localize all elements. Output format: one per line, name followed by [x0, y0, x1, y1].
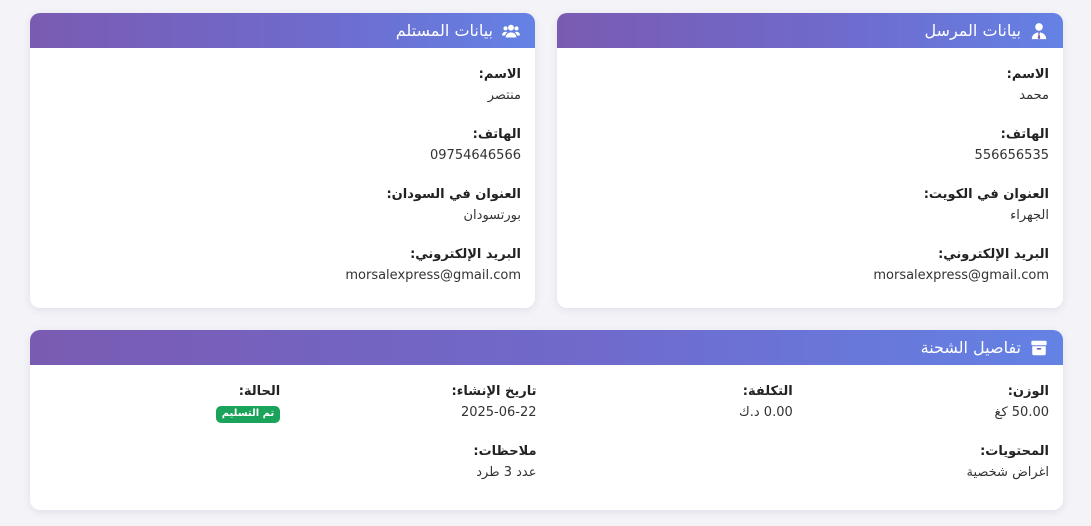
shipment-notes-value: عدد 3 طرد — [476, 465, 537, 480]
field-label: البريد الإلكتروني: — [410, 247, 521, 262]
field-label: ملاحظات: — [473, 444, 537, 459]
sender-card-header: بيانات المرسل — [557, 13, 1063, 48]
shipment-card-header: تفاصيل الشحنة — [30, 330, 1063, 365]
receiver-card: بيانات المستلم الاسم: منتصر الهاتف: 0975… — [30, 13, 535, 308]
receiver-phone-field: الهاتف: 09754646566 — [44, 126, 521, 166]
sender-address-field: العنوان في الكويت: الجهراء — [571, 186, 1049, 226]
field-label: العنوان في الكويت: — [923, 187, 1049, 202]
sender-name-value: محمد — [1019, 88, 1049, 103]
receiver-address-value: بورتسودان — [463, 208, 522, 223]
shipment-created-field: تاريخ الإنشاء: 2025-06-22 — [300, 383, 537, 423]
receiver-card-header: بيانات المستلم — [30, 13, 535, 48]
field-label: الوزن: — [1007, 384, 1049, 399]
shipment-card-title: تفاصيل الشحنة — [920, 338, 1021, 357]
users-icon — [501, 21, 521, 41]
shipment-weight-field: الوزن: 50.00 كغ — [813, 383, 1049, 423]
sender-name-field: الاسم: محمد — [571, 66, 1049, 106]
shipment-card: تفاصيل الشحنة الوزن: 50.00 كغ التكلفة: 0… — [30, 330, 1063, 510]
field-label: الهاتف: — [1000, 127, 1049, 142]
status-badge: تم التسليم — [215, 406, 281, 423]
field-label: التكلفة: — [742, 384, 793, 399]
sender-email-value: morsalexpress@gmail.com — [873, 268, 1049, 283]
shipment-status-field: الحالة: تم التسليم — [44, 383, 281, 423]
field-label: المحتويات: — [980, 444, 1049, 459]
sender-address-value: الجهراء — [1010, 208, 1049, 223]
sender-phone-field: الهاتف: 556656535 — [571, 126, 1049, 166]
shipment-cost-value: 0.00 د.ك — [739, 405, 793, 420]
receiver-card-title: بيانات المستلم — [395, 21, 493, 40]
field-label: الاسم: — [478, 67, 521, 82]
field-label: العنوان في السودان: — [386, 187, 521, 202]
empty-cell — [557, 443, 793, 483]
field-label: الحالة: — [238, 384, 281, 399]
receiver-address-field: العنوان في السودان: بورتسودان — [44, 186, 521, 226]
receiver-email-value: morsalexpress@gmail.com — [345, 268, 521, 283]
sender-phone-value: 556656535 — [974, 148, 1049, 163]
box-icon — [1029, 338, 1049, 358]
field-label: الاسم: — [1006, 67, 1049, 82]
receiver-email-field: البريد الإلكتروني: morsalexpress@gmail.c… — [44, 246, 521, 286]
shipment-contents-field: المحتويات: اغراض شخصية — [813, 443, 1050, 483]
sender-card-title: بيانات المرسل — [924, 21, 1021, 40]
shipment-cost-field: التكلفة: 0.00 د.ك — [557, 383, 793, 423]
shipment-created-value: 2025-06-22 — [460, 405, 537, 420]
receiver-name-field: الاسم: منتصر — [44, 66, 521, 106]
shipment-weight-value: 50.00 كغ — [994, 405, 1049, 420]
sender-card: بيانات المرسل الاسم: محمد الهاتف: 556656… — [557, 13, 1063, 308]
shipment-notes-field: ملاحظات: عدد 3 طرد — [300, 443, 536, 483]
sender-email-field: البريد الإلكتروني: morsalexpress@gmail.c… — [571, 246, 1049, 286]
field-label: تاريخ الإنشاء: — [451, 384, 537, 399]
receiver-name-value: منتصر — [487, 88, 521, 103]
shipment-contents-value: اغراض شخصية — [966, 465, 1050, 480]
field-label: الهاتف: — [472, 127, 521, 142]
field-label: البريد الإلكتروني: — [938, 247, 1049, 262]
receiver-phone-value: 09754646566 — [430, 148, 521, 163]
user-tie-icon — [1029, 21, 1049, 41]
